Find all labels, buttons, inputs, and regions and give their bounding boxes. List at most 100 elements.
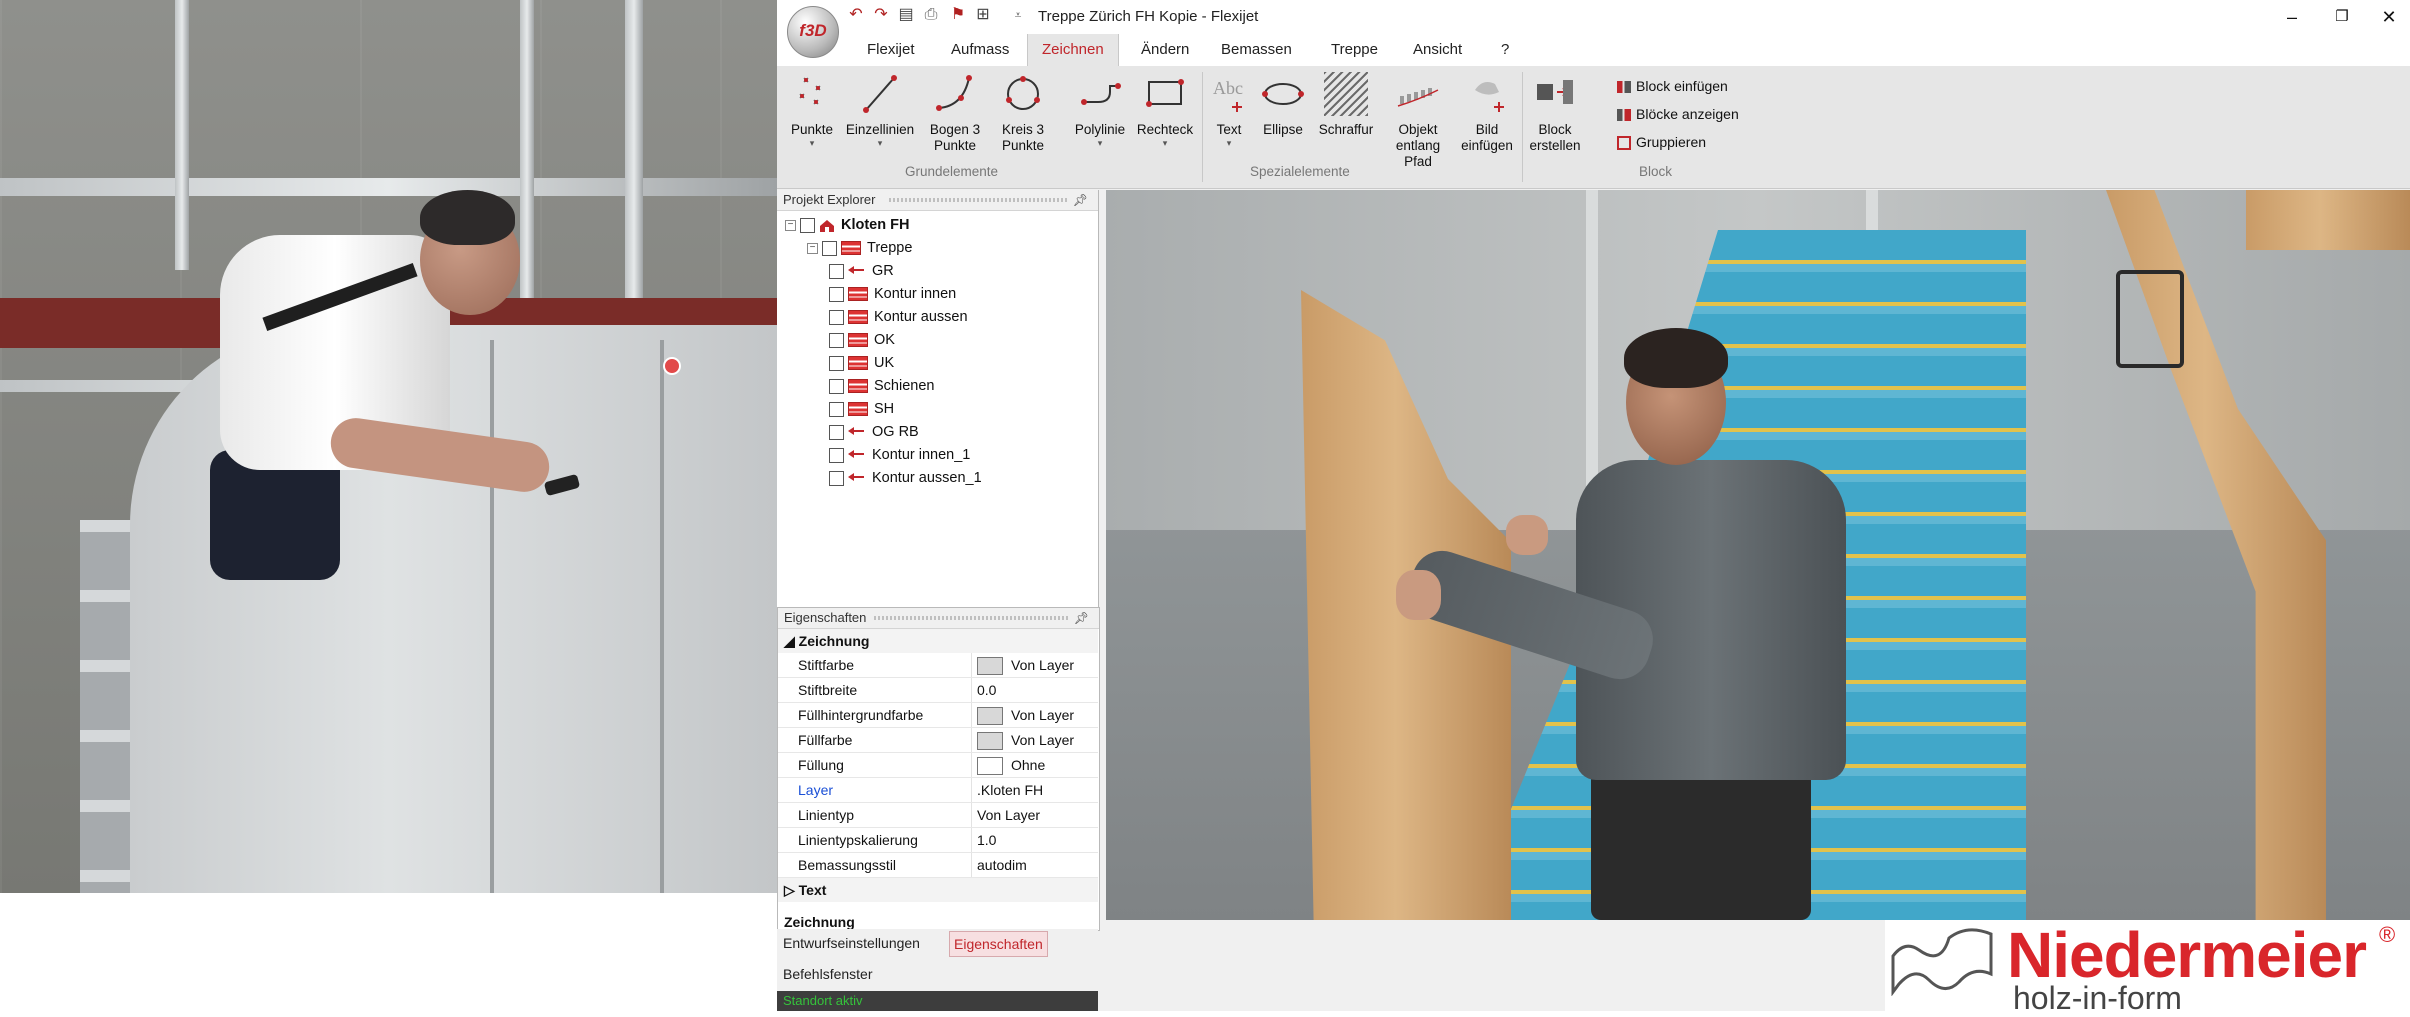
group-separator: [1522, 72, 1523, 182]
path-objects-icon: [1396, 72, 1440, 116]
image-insert-icon: [1465, 72, 1509, 116]
tree-layer-item[interactable]: Kontur aussen_1: [785, 467, 1095, 490]
tab-bemassen[interactable]: Bemassen: [1207, 34, 1306, 66]
tree-layer-item[interactable]: GR: [785, 260, 1095, 283]
chevron-down-icon: ▾: [1162, 138, 1168, 148]
tree-layer-item[interactable]: Kontur aussen: [785, 306, 1095, 329]
property-row[interactable]: Linientypskalierung 1.0: [778, 828, 1098, 853]
collapse-icon[interactable]: −: [785, 219, 796, 231]
property-value[interactable]: Von Layer: [977, 803, 1040, 827]
checkbox[interactable]: [829, 332, 844, 348]
tree-layer-item[interactable]: UK: [785, 352, 1095, 375]
property-row[interactable]: Stiftbreite 0.0: [778, 678, 1098, 703]
property-value[interactable]: Ohne: [977, 753, 1045, 777]
property-category-collapsed[interactable]: ▷ Text: [778, 878, 1098, 902]
window-title: Treppe Zürich FH Kopie - Flexijet: [1038, 8, 1259, 25]
block-erstellen-button[interactable]: Block erstellen: [1527, 72, 1583, 154]
checkbox[interactable]: [829, 378, 844, 394]
property-name: Stiftbreite: [798, 682, 858, 698]
property-row[interactable]: Füllfarbe Von Layer: [778, 728, 1098, 753]
schraffur-button[interactable]: Schraffur: [1313, 72, 1379, 138]
pin-icon[interactable]: 📌︎: [1073, 190, 1088, 210]
property-row[interactable]: Füllhintergrundfarbe Von Layer: [778, 703, 1098, 728]
collapse-icon[interactable]: −: [807, 242, 818, 254]
polylinie-button[interactable]: Polylinie ▾: [1069, 72, 1131, 148]
checkbox[interactable]: [822, 240, 837, 256]
tree-layer-item[interactable]: Kontur innen_1: [785, 444, 1095, 467]
tab-ansicht[interactable]: Ansicht: [1399, 34, 1476, 66]
property-value[interactable]: Von Layer: [977, 653, 1074, 677]
app-logo[interactable]: f3D: [787, 6, 839, 58]
property-row[interactable]: Bemassungsstil autodim: [778, 853, 1098, 878]
expand-triangle-icon[interactable]: ▷: [784, 882, 795, 898]
tree-layer-item[interactable]: OG RB: [785, 421, 1095, 444]
tab-help[interactable]: ?: [1487, 34, 1523, 66]
tree-node-treppe[interactable]: − Treppe: [785, 237, 1095, 260]
text-button[interactable]: Abc Text ▾: [1207, 72, 1251, 148]
tab-flexijet[interactable]: Flexijet: [853, 34, 929, 66]
save-icon[interactable]: ▤: [897, 6, 915, 24]
undo-icon[interactable]: ↶: [847, 6, 865, 24]
property-row[interactable]: Stiftfarbe Von Layer: [778, 653, 1098, 678]
checkbox[interactable]: [829, 263, 844, 279]
scaffold-pole: [175, 0, 189, 270]
checkbox[interactable]: [829, 470, 844, 486]
bild-einfuegen-button[interactable]: Bild einfügen: [1457, 72, 1517, 154]
checkbox[interactable]: [829, 355, 844, 371]
kreis-3-punkte-button[interactable]: Kreis 3 Punkte: [991, 72, 1055, 154]
property-row[interactable]: Layer .Kloten FH: [778, 778, 1098, 803]
rechteck-button[interactable]: Rechteck ▾: [1133, 72, 1197, 148]
property-value[interactable]: autodim: [977, 853, 1027, 877]
checkbox[interactable]: [829, 424, 844, 440]
worker-hand: [1506, 515, 1548, 555]
gruppieren-button[interactable]: Gruppieren: [1617, 134, 1706, 151]
tree-root[interactable]: − Kloten FH: [785, 214, 1095, 237]
checkbox[interactable]: [829, 309, 844, 325]
property-name: Linientyp: [798, 807, 855, 823]
checkbox[interactable]: [829, 401, 844, 417]
tree-layer-item[interactable]: Schienen: [785, 375, 1095, 398]
ellipse-button[interactable]: Ellipse: [1255, 72, 1311, 138]
print-icon[interactable]: ⎙: [922, 6, 940, 24]
property-value[interactable]: .Kloten FH: [977, 778, 1043, 802]
property-value[interactable]: 1.0: [977, 828, 996, 852]
group-separator: [1202, 72, 1203, 182]
checkbox[interactable]: [829, 286, 844, 302]
tree-layer-item[interactable]: Kontur innen: [785, 283, 1095, 306]
property-row[interactable]: Füllung Ohne: [778, 753, 1098, 778]
property-row[interactable]: Linientyp Von Layer: [778, 803, 1098, 828]
checkbox[interactable]: [800, 217, 815, 233]
einzellinien-button[interactable]: Einzellinien ▾: [841, 72, 919, 148]
objekt-entlang-pfad-button[interactable]: Objekt entlang Pfad: [1381, 72, 1455, 170]
property-value[interactable]: Von Layer: [977, 703, 1074, 727]
property-value[interactable]: 0.0: [977, 678, 996, 702]
pin-icon[interactable]: 📌︎: [1074, 608, 1089, 628]
punkte-button[interactable]: Punkte ▾: [785, 72, 839, 148]
property-category[interactable]: ◢ Zeichnung: [778, 629, 1098, 653]
close-icon[interactable]: ✕: [2369, 4, 2409, 30]
minimize-icon[interactable]: –: [2272, 4, 2312, 30]
property-name: Füllung: [798, 757, 844, 773]
bloecke-anzeigen-button[interactable]: Blöcke anzeigen: [1617, 106, 1739, 122]
tree-layer-item[interactable]: SH: [785, 398, 1095, 421]
tab-treppe[interactable]: Treppe: [1317, 34, 1392, 66]
property-value[interactable]: Von Layer: [977, 728, 1074, 752]
video-viewport[interactable]: [1106, 190, 2410, 920]
quick-access-dropdown-icon[interactable]: ⩡: [1009, 6, 1027, 24]
pin-tool-icon[interactable]: ⚑: [949, 6, 967, 24]
restore-icon[interactable]: ❐: [2322, 4, 2362, 30]
redo-icon[interactable]: ↷: [872, 6, 890, 24]
tab-aufmass[interactable]: Aufmass: [937, 34, 1023, 66]
command-window[interactable]: Befehlsfenster: [777, 957, 1098, 991]
collapse-triangle-icon[interactable]: ◢: [784, 633, 795, 649]
tab-zeichnen[interactable]: Zeichnen: [1027, 34, 1119, 66]
tree-layer-item[interactable]: OK: [785, 329, 1095, 352]
gamepad-icon[interactable]: ⊞: [974, 6, 992, 24]
tab-aendern[interactable]: Ändern: [1127, 34, 1203, 66]
checkbox[interactable]: [829, 447, 844, 463]
bogen-3-punkte-button[interactable]: Bogen 3 Punkte: [923, 72, 987, 154]
tab-entwurfseinstellungen[interactable]: Entwurfseinstellungen: [779, 931, 924, 955]
property-value-text: 1.0: [977, 832, 997, 848]
block-einfuegen-button[interactable]: Block einfügen: [1617, 78, 1728, 94]
tab-eigenschaften[interactable]: Eigenschaften: [949, 931, 1048, 957]
